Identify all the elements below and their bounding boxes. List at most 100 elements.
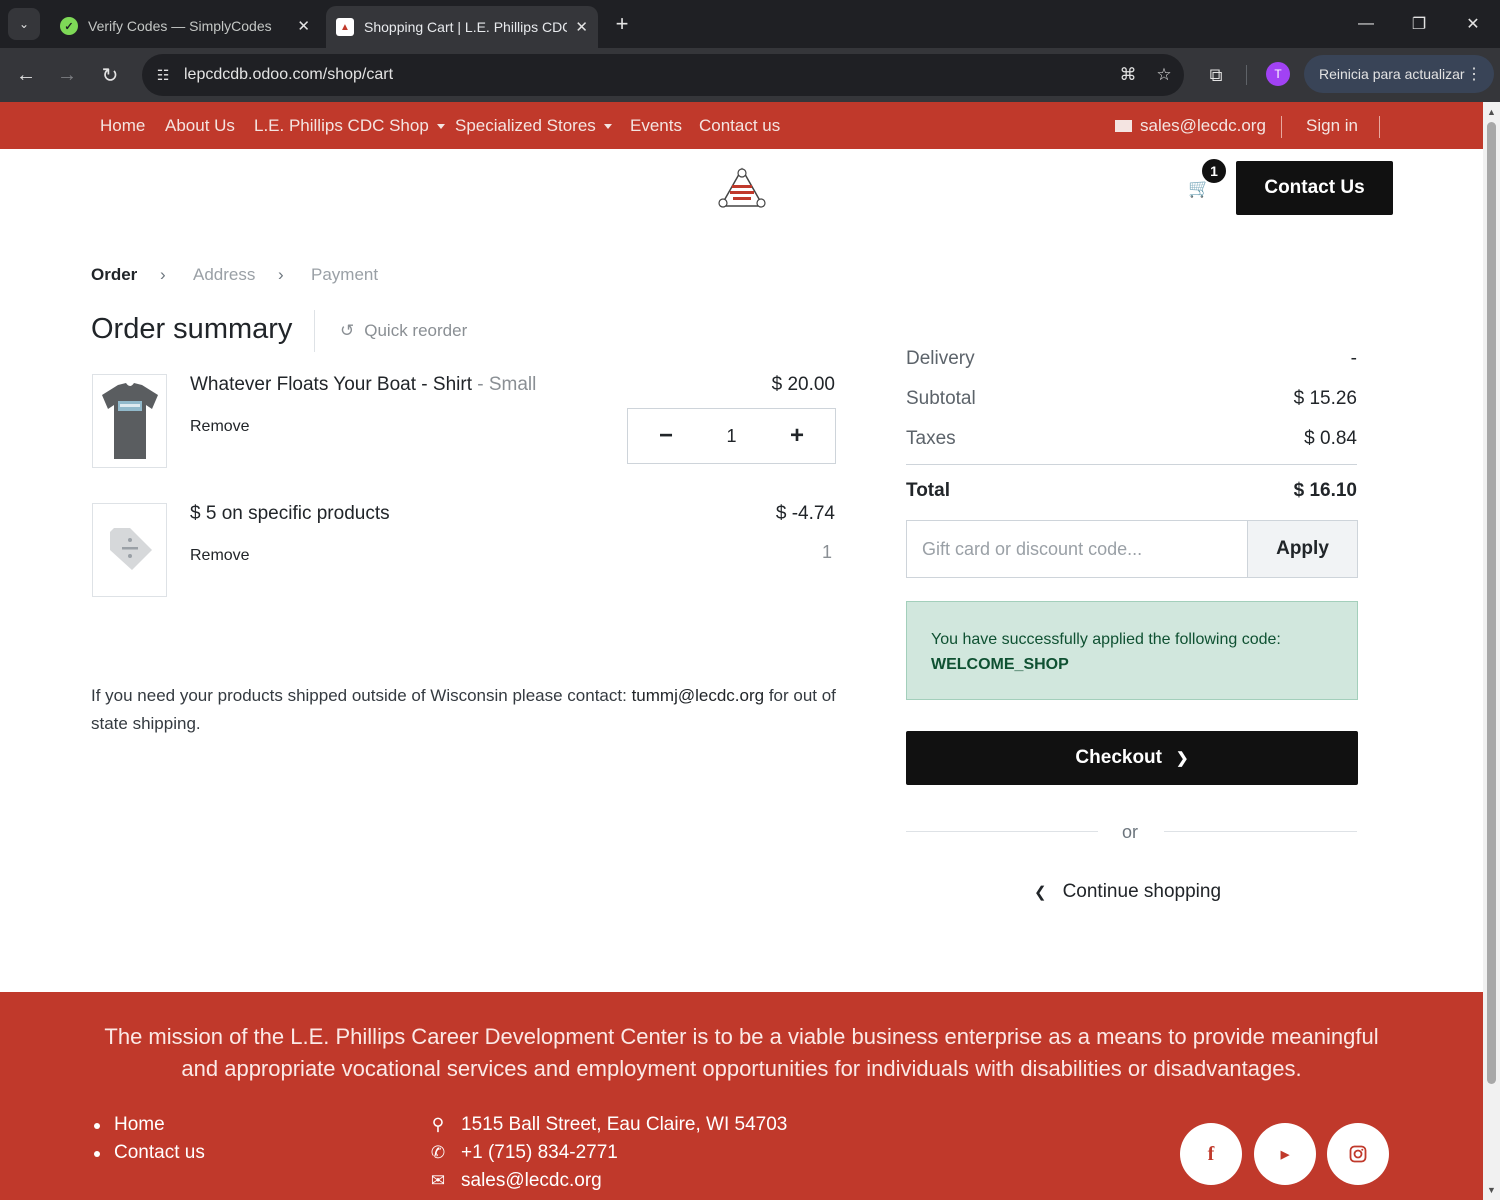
envelope-icon <box>1115 119 1132 132</box>
scrollbar-thumb[interactable] <box>1487 122 1496 1084</box>
footer-link-home[interactable]: Home <box>114 1114 165 1136</box>
caret-down-icon <box>436 124 445 130</box>
or-divider-right <box>1164 831 1357 832</box>
promo-success-alert: You have successfully applied the follow… <box>906 601 1358 700</box>
discount-name: $ 5 on specific products <box>190 503 390 524</box>
taxes-label: Taxes <box>906 428 956 449</box>
star-icon[interactable]: ☆ <box>1148 59 1180 91</box>
update-label: Reinicia para actualizar <box>1319 66 1465 82</box>
remove-link[interactable]: Remove <box>190 418 250 436</box>
browser-tab-simplycodes[interactable]: ✓ Verify Codes — SimplyCodes ✕ <box>50 8 320 44</box>
contact-us-button[interactable]: Contact Us <box>1236 161 1393 215</box>
title-divider <box>314 310 315 352</box>
tab-title: Shopping Cart | L.E. Phillips CDC <box>364 19 568 35</box>
envelope-icon: ✉ <box>430 1171 446 1190</box>
chevron-right-icon: › <box>278 265 284 284</box>
step-address: Address <box>193 265 256 284</box>
delivery-value: - <box>1350 348 1357 369</box>
product-image[interactable] <box>92 374 167 468</box>
minimize-icon[interactable]: — <box>1346 8 1386 40</box>
order-summary-title: Order summary <box>91 313 293 345</box>
footer-address: 1515 Ball Street, Eau Claire, WI 54703 <box>461 1114 788 1135</box>
site-top-nav: Home About Us L.E. Phillips CDC Shop Spe… <box>0 102 1483 149</box>
site-logo[interactable] <box>718 166 766 210</box>
step-payment: Payment <box>311 265 379 284</box>
checkout-button[interactable]: Checkout ❯ <box>906 731 1358 785</box>
product-name[interactable]: Whatever Floats Your Boat - Shirt - Smal… <box>190 374 536 396</box>
restore-icon[interactable]: ❐ <box>1399 8 1439 40</box>
footer-phone[interactable]: +1 (715) 834-2771 <box>461 1142 618 1164</box>
instagram-icon[interactable] <box>1327 1123 1389 1185</box>
nav-events[interactable]: Events <box>630 116 682 136</box>
nav-shop[interactable]: L.E. Phillips CDC Shop <box>254 116 445 136</box>
quantity-stepper: − 1 + <box>627 408 836 464</box>
chevron-right-icon: › <box>160 265 166 284</box>
taxes-value: $ 0.84 <box>1304 428 1357 449</box>
shipping-note-email[interactable]: tummj@lecdc.org <box>632 686 765 705</box>
toolbar-divider <box>1246 65 1247 85</box>
youtube-icon[interactable]: ▶ <box>1254 1123 1316 1185</box>
quick-reorder-button[interactable]: ↺ Quick reorder <box>340 321 467 341</box>
close-window-icon[interactable]: ✕ <box>1453 8 1493 40</box>
site-info-icon[interactable]: ☷ <box>146 58 180 92</box>
instagram-glyph <box>1349 1145 1367 1163</box>
update-button[interactable]: Reinicia para actualizar ⋮ <box>1304 55 1494 93</box>
map-marker-icon: ⚲ <box>431 1115 445 1134</box>
continue-shopping-label: Continue shopping <box>1062 881 1222 902</box>
nav-email-link[interactable]: sales@lecdc.org <box>1115 116 1266 136</box>
alert-text: You have successfully applied the follow… <box>931 631 1281 648</box>
footer-link-contact[interactable]: Contact us <box>114 1142 205 1164</box>
continue-shopping-link[interactable]: ❮ Continue shopping <box>1034 881 1221 903</box>
discount-image <box>92 503 167 597</box>
chevron-right-icon: ❯ <box>1176 750 1189 767</box>
tag-icon <box>110 528 152 570</box>
list-bullet <box>94 1123 100 1129</box>
scroll-up-icon[interactable]: ▲ <box>1486 106 1497 117</box>
quantity-input[interactable]: 1 <box>726 426 736 447</box>
forward-icon[interactable]: → <box>51 59 83 91</box>
remove-link[interactable]: Remove <box>190 547 250 565</box>
promo-code-input[interactable] <box>906 520 1248 578</box>
tshirt-image <box>102 383 158 459</box>
tab-close-icon[interactable]: ✕ <box>575 18 588 36</box>
cart-count-badge: 1 <box>1200 157 1228 185</box>
subtotal-label: Subtotal <box>906 388 976 409</box>
nav-specialized-stores[interactable]: Specialized Stores <box>455 116 612 136</box>
translate-icon[interactable]: ⌘ <box>1112 59 1144 91</box>
nav-stores-label: Specialized Stores <box>455 116 596 135</box>
profile-avatar[interactable]: T <box>1266 62 1290 86</box>
step-order: Order <box>91 265 138 284</box>
address-bar[interactable]: ☷ lepcdcdb.odoo.com/shop/cart ⌘ ☆ <box>142 54 1184 96</box>
caret-down-icon <box>603 124 612 130</box>
tab-title: Verify Codes — SimplyCodes <box>88 18 272 34</box>
nav-contact-us[interactable]: Contact us <box>699 116 780 136</box>
tab-search-button[interactable]: ⌄ <box>8 8 40 40</box>
menu-icon: ⋮ <box>1466 66 1482 83</box>
quantity-plus-button[interactable]: + <box>759 422 835 450</box>
or-divider-left <box>906 831 1098 832</box>
url-text[interactable]: lepcdcdb.odoo.com/shop/cart <box>184 66 1112 84</box>
browser-tab-cart[interactable]: ▲ Shopping Cart | L.E. Phillips CDC ✕ <box>326 6 598 48</box>
nav-about-us[interactable]: About Us <box>165 116 235 136</box>
new-tab-button[interactable]: + <box>608 10 636 38</box>
nav-divider <box>1281 116 1282 138</box>
subtotal-value: $ 15.26 <box>1293 388 1357 409</box>
checkout-label: Checkout <box>1075 747 1162 768</box>
quantity-minus-button[interactable]: − <box>628 422 704 450</box>
refresh-icon: ↺ <box>340 321 355 340</box>
simplycodes-favicon-icon: ✓ <box>60 17 78 35</box>
tab-close-icon[interactable]: ✕ <box>297 17 310 35</box>
footer-email[interactable]: sales@lecdc.org <box>461 1170 602 1192</box>
reload-icon[interactable]: ↻ <box>94 59 126 91</box>
back-icon[interactable]: ← <box>10 59 42 91</box>
nav-home[interactable]: Home <box>100 116 145 136</box>
shipping-note-prefix: If you need your products shipped outsid… <box>91 686 627 705</box>
nav-sign-in[interactable]: Sign in <box>1306 116 1358 136</box>
facebook-icon[interactable]: f <box>1180 1123 1242 1185</box>
extensions-icon[interactable]: ⧉ <box>1200 59 1232 91</box>
summary-divider <box>906 464 1357 465</box>
scroll-down-icon[interactable]: ▼ <box>1486 1184 1497 1195</box>
list-bullet <box>94 1151 100 1157</box>
apply-button[interactable]: Apply <box>1247 520 1358 578</box>
delivery-label: Delivery <box>906 348 975 369</box>
